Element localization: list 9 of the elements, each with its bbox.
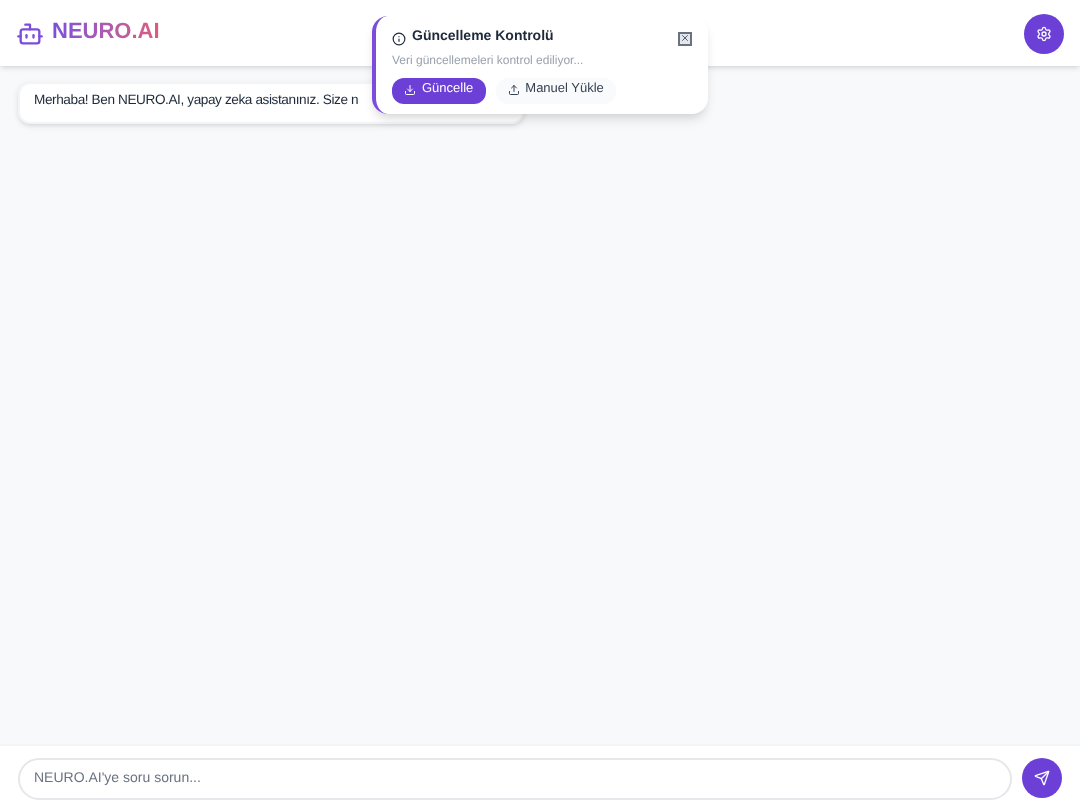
upload-icon <box>507 84 520 96</box>
send-icon <box>1034 770 1050 786</box>
download-icon <box>404 84 416 96</box>
settings-button[interactable] <box>1024 13 1064 53</box>
close-button[interactable] <box>678 31 692 46</box>
robot-icon <box>16 19 44 47</box>
send-button[interactable] <box>1022 758 1062 798</box>
info-icon <box>392 31 406 46</box>
settings-icon <box>1036 25 1052 41</box>
